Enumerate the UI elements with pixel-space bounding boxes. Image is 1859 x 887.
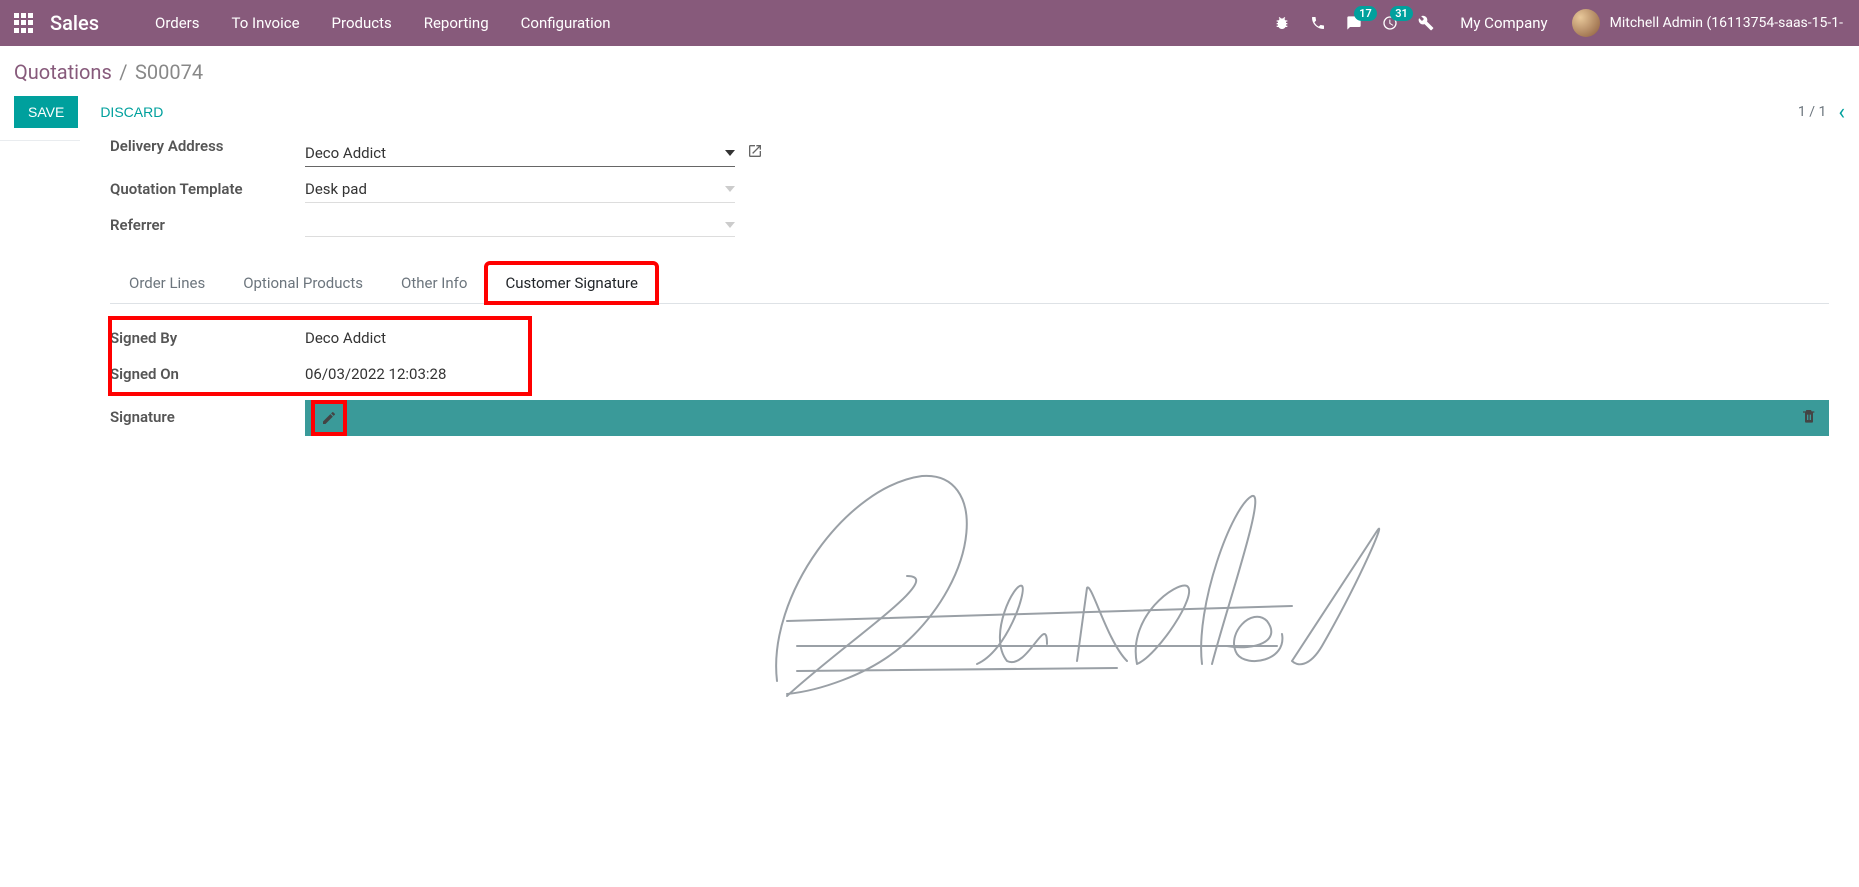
- pager: 1 / 1 ‹: [1798, 100, 1845, 125]
- bug-icon[interactable]: [1264, 0, 1300, 46]
- field-signature: Signature: [110, 400, 1829, 720]
- control-bar: SAVE DISCARD 1 / 1 ‹: [0, 90, 1859, 141]
- caret-down-icon: [725, 222, 735, 228]
- signature-label: Signature: [110, 400, 305, 426]
- tab-pane-customer-signature: Signed By Deco Addict Signed On 06/03/20…: [110, 304, 1829, 734]
- discard-button[interactable]: DISCARD: [86, 96, 177, 128]
- tab-customer-signature[interactable]: Customer Signature: [486, 263, 657, 303]
- signed-on-label: Signed On: [110, 365, 305, 383]
- field-quotation-template: Quotation Template Desk pad: [110, 171, 1829, 207]
- app-brand[interactable]: Sales: [50, 11, 99, 35]
- external-link-icon[interactable]: [747, 143, 763, 163]
- pager-position: 1 / 1: [1798, 104, 1826, 120]
- delivery-address-input[interactable]: Deco Addict: [305, 140, 735, 167]
- pencil-icon[interactable]: [317, 406, 341, 430]
- tools-icon[interactable]: [1408, 0, 1444, 46]
- delivery-address-label: Delivery Address: [110, 137, 305, 155]
- field-signed-by: Signed By Deco Addict: [110, 320, 1415, 356]
- referrer-label: Referrer: [110, 216, 305, 234]
- quotation-template-label: Quotation Template: [110, 180, 305, 198]
- company-selector[interactable]: My Company: [1444, 14, 1563, 32]
- caret-down-icon: [725, 186, 735, 192]
- trash-icon[interactable]: [1801, 408, 1817, 428]
- form-tabs: Order Lines Optional Products Other Info…: [110, 263, 1829, 304]
- form-sheet: Delivery Address Deco Addict Quotation T…: [0, 135, 1859, 774]
- avatar: [1572, 9, 1600, 37]
- caret-down-icon: [725, 150, 735, 156]
- menu-configuration[interactable]: Configuration: [505, 0, 627, 46]
- tab-optional-products[interactable]: Optional Products: [224, 263, 382, 303]
- save-button[interactable]: SAVE: [14, 96, 78, 128]
- tab-order-lines[interactable]: Order Lines: [110, 263, 224, 303]
- breadcrumb-parent[interactable]: Quotations: [14, 60, 112, 84]
- referrer-input[interactable]: [305, 213, 735, 237]
- tab-other-info[interactable]: Other Info: [382, 263, 486, 303]
- menu-products[interactable]: Products: [316, 0, 408, 46]
- pager-prev-icon[interactable]: ‹: [1838, 100, 1845, 125]
- signed-on-value[interactable]: 06/03/2022 12:03:28: [305, 361, 1415, 387]
- breadcrumb-current: S00074: [135, 60, 203, 84]
- messages-icon[interactable]: 17: [1336, 0, 1372, 46]
- top-navbar: Sales Orders To Invoice Products Reporti…: [0, 0, 1859, 46]
- signed-by-label: Signed By: [110, 329, 305, 347]
- field-delivery-address: Delivery Address Deco Addict: [110, 135, 1829, 171]
- signature-image: [305, 436, 1829, 720]
- phone-icon[interactable]: [1300, 0, 1336, 46]
- field-referrer: Referrer: [110, 207, 1829, 243]
- apps-icon[interactable]: [14, 13, 34, 33]
- menu-to-invoice[interactable]: To Invoice: [216, 0, 316, 46]
- breadcrumb: Quotations / S00074: [0, 46, 1859, 90]
- menu-reporting[interactable]: Reporting: [408, 0, 505, 46]
- signature-toolbar: [305, 400, 1829, 436]
- user-name: Mitchell Admin (16113754-saas-15-1-: [1610, 15, 1843, 31]
- quotation-template-value: Desk pad: [305, 180, 367, 198]
- quotation-template-input[interactable]: Desk pad: [305, 176, 735, 203]
- field-signed-on: Signed On 06/03/2022 12:03:28: [110, 356, 1415, 392]
- signed-by-value[interactable]: Deco Addict: [305, 325, 1415, 351]
- user-menu[interactable]: Mitchell Admin (16113754-saas-15-1-: [1564, 9, 1851, 37]
- delivery-address-value: Deco Addict: [305, 144, 386, 162]
- activities-icon[interactable]: 31: [1372, 0, 1408, 46]
- menu-orders[interactable]: Orders: [139, 0, 216, 46]
- breadcrumb-separator: /: [115, 60, 131, 84]
